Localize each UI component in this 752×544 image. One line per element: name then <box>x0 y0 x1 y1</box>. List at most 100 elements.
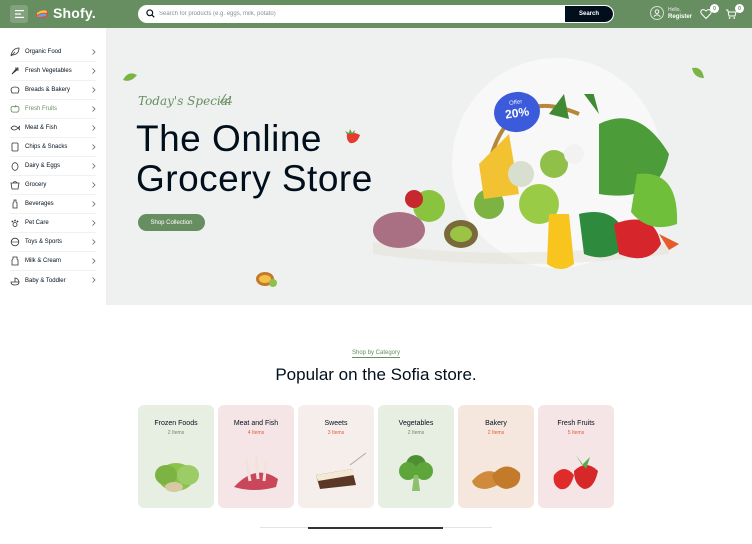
category-name[interactable]: Meat and Fish <box>218 420 294 427</box>
category-name[interactable]: Sweets <box>298 420 374 427</box>
chevron-right-icon <box>92 106 96 112</box>
sidebar-item-beverages[interactable]: Beverages <box>10 195 96 214</box>
sidebar-item-label: Milk & Cream <box>25 258 62 264</box>
sparkle-icon <box>219 93 233 104</box>
category-card-bakery[interactable]: Bakery 2 Items <box>458 405 534 508</box>
sidebar-item-pet-care[interactable]: Pet Care <box>10 214 96 233</box>
search-input[interactable] <box>159 6 559 22</box>
sidebar-item-milk-cream[interactable]: Milk & Cream <box>10 252 96 271</box>
leaf-icon <box>123 73 137 81</box>
category-image <box>553 455 598 490</box>
category-image <box>316 452 366 489</box>
paw-icon <box>10 218 20 228</box>
sidebar-item-fresh-fruits[interactable]: Fresh Fruits <box>10 100 96 119</box>
sidebar-item-label: Fresh Vegetables <box>25 68 72 74</box>
sidebar-item-chips-snacks[interactable]: Chips & Snacks <box>10 138 96 157</box>
logo-text: Shofy. <box>53 5 96 21</box>
category-count: 2 Items <box>487 430 505 436</box>
chevron-right-icon <box>92 239 96 245</box>
category-card-fresh-fruits[interactable]: Fresh Fruits 5 Items <box>538 405 614 508</box>
baby-icon <box>10 276 20 286</box>
sidebar-item-grocery[interactable]: Grocery <box>10 176 96 195</box>
sidebar-item-breads-bakery[interactable]: Breads & Bakery <box>10 81 96 100</box>
hero-title-line1: The Online <box>136 118 322 159</box>
section-subtitle: Shop by Category <box>351 350 401 358</box>
category-image <box>234 456 278 490</box>
leaf-icon <box>10 47 20 57</box>
chevron-right-icon <box>92 277 96 283</box>
search-button[interactable]: Search <box>565 6 613 22</box>
sidebar-item-label: Beverages <box>25 201 54 207</box>
category-count: 2 Items <box>407 430 425 436</box>
sidebar-item-organic-food[interactable]: Organic Food <box>10 43 96 62</box>
sidebar-item-baby-toddler[interactable]: Baby & Toddler <box>10 271 96 290</box>
chevron-right-icon <box>92 163 96 169</box>
chevron-right-icon <box>92 87 96 93</box>
fig-icon <box>256 272 277 287</box>
chevron-right-icon <box>92 220 96 226</box>
wishlist-count-badge: 0 <box>710 4 719 13</box>
sidebar-item-fresh-vegetables[interactable]: Fresh Vegetables <box>10 62 96 81</box>
category-count: 5 Items <box>567 430 585 436</box>
category-image <box>472 466 521 489</box>
category-card-meat-and-fish[interactable]: Meat and Fish 4 Items <box>218 405 294 508</box>
fish-icon <box>10 123 20 133</box>
sidebar-item-dairy-eggs[interactable]: Dairy & Eggs <box>10 157 96 176</box>
hero-title: The Online Grocery Store <box>136 119 373 199</box>
sidebar-item-label: Grocery <box>25 182 47 188</box>
user-greeting: Hello, <box>668 6 681 13</box>
apple-icon <box>10 104 20 114</box>
top-header: Shofy. Search Hello, Register 0 0 <box>0 0 752 28</box>
chevron-right-icon <box>92 182 96 188</box>
hamburger-icon <box>14 10 24 18</box>
sidebar-item-meat-fish[interactable]: Meat & Fish <box>10 119 96 138</box>
bread-icon <box>10 85 20 95</box>
sidebar-item-label: Toys & Sports <box>25 239 63 245</box>
category-image <box>399 455 433 491</box>
sidebar-item-toys-sports[interactable]: Toys & Sports <box>10 233 96 252</box>
sidebar-item-label: Organic Food <box>25 49 62 55</box>
chevron-right-icon <box>92 125 96 131</box>
carrot-icon <box>10 66 20 76</box>
sidebar-item-label: Fresh Fruits <box>25 106 58 112</box>
sidebar-item-label: Baby & Toddler <box>25 277 66 284</box>
account-link[interactable]: Hello, Register <box>650 6 692 20</box>
wishlist-button[interactable]: 0 <box>700 4 719 21</box>
chevron-right-icon <box>92 68 96 74</box>
hero-title-line2: Grocery Store <box>136 158 373 199</box>
category-card-sweets[interactable]: Sweets 3 Items <box>298 405 374 508</box>
category-card-frozen-foods[interactable]: Frozen Foods 2 Items <box>138 405 214 508</box>
category-card-vegetables[interactable]: Vegetables 2 Items <box>378 405 454 508</box>
cart-button[interactable]: 0 <box>725 4 744 21</box>
search-bar: Search <box>138 5 614 23</box>
section-title: Popular on the Sofia store. <box>275 365 477 384</box>
sidebar-item-label: Meat & Fish <box>25 125 58 131</box>
user-icon <box>650 6 664 20</box>
category-count: 3 Items <box>327 430 345 436</box>
carousel-scrollbar[interactable] <box>260 526 492 529</box>
category-image <box>155 463 199 492</box>
ball-icon <box>10 237 20 247</box>
shop-collection-button[interactable]: Shop Collection <box>138 214 205 231</box>
leaf-icon <box>692 67 704 78</box>
search-icon <box>146 9 155 18</box>
category-count: 2 Items <box>167 430 185 436</box>
chips-icon <box>10 142 20 152</box>
carousel-scrollbar-thumb[interactable] <box>308 526 443 529</box>
menu-button[interactable] <box>10 5 28 23</box>
logo-mark-icon <box>36 10 48 18</box>
sidebar-item-label: Pet Care <box>25 220 49 226</box>
category-name[interactable]: Fresh Fruits <box>538 420 614 427</box>
egg-icon <box>10 161 20 171</box>
register-link[interactable]: Register <box>668 14 692 20</box>
cart-count-badge: 0 <box>735 4 744 13</box>
category-name[interactable]: Bakery <box>458 420 534 427</box>
hero-banner: Today's Special The Online Grocery Store… <box>107 28 752 305</box>
logo[interactable]: Shofy. <box>35 5 96 21</box>
sidebar-item-label: Breads & Bakery <box>25 87 71 93</box>
category-sidebar: Organic Food Fresh Vegetables Breads & Bak… <box>0 28 107 305</box>
category-name[interactable]: Vegetables <box>378 420 454 427</box>
sidebar-item-label: Dairy & Eggs <box>25 163 61 169</box>
category-name[interactable]: Frozen Foods <box>138 420 214 427</box>
hero-subtitle: Today's Special <box>138 94 232 108</box>
